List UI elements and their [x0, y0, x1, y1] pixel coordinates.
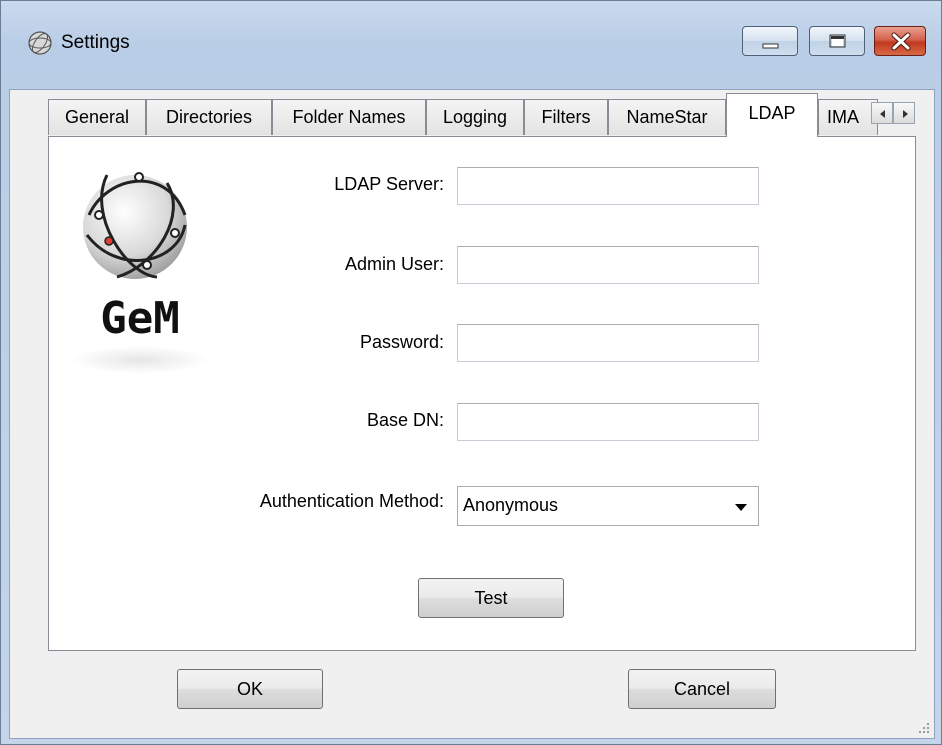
admin-user-input[interactable] — [457, 246, 759, 284]
ldap-server-input[interactable] — [457, 167, 759, 205]
ok-button[interactable]: OK — [177, 669, 323, 709]
password-label: Password: — [359, 332, 444, 352]
close-icon — [891, 32, 911, 51]
minimize-button[interactable] — [742, 26, 798, 56]
base-dn-label: Base DN: — [366, 410, 444, 430]
tab-general[interactable]: General — [48, 99, 146, 135]
ldap-tab-panel: GeM LDAP Server: Admin User: Password: B… — [48, 136, 916, 651]
client-area: General Directories Folder Names Logging… — [9, 89, 935, 739]
tab-filters[interactable]: Filters — [524, 99, 608, 135]
base-dn-input[interactable] — [457, 403, 759, 441]
maximize-button[interactable] — [809, 26, 865, 56]
maximize-icon — [829, 34, 846, 48]
tab-scroll-right-button[interactable] — [893, 102, 915, 124]
tab-logging[interactable]: Logging — [426, 99, 524, 135]
tab-folder-names[interactable]: Folder Names — [272, 99, 426, 135]
auth-method-label: Authentication Method: — [259, 491, 444, 511]
ldap-server-label: LDAP Server: — [334, 174, 444, 194]
chevron-right-icon — [903, 110, 908, 118]
tab-namestar[interactable]: NameStar — [608, 99, 726, 135]
close-button[interactable] — [874, 26, 926, 56]
window-title: Settings — [61, 32, 130, 53]
title-bar[interactable]: Settings — [1, 1, 941, 89]
app-icon — [28, 31, 52, 55]
resize-grip-icon[interactable] — [916, 720, 930, 734]
test-button[interactable]: Test — [418, 578, 564, 618]
tab-directories[interactable]: Directories — [146, 99, 272, 135]
chevron-left-icon — [880, 110, 885, 118]
labels-column: LDAP Server: Admin User: Password: Base … — [49, 137, 444, 650]
auth-method-value: Anonymous — [463, 495, 559, 515]
chevron-down-icon — [735, 504, 747, 511]
tab-ima[interactable]: IMA — [818, 99, 878, 135]
password-input[interactable] — [457, 324, 759, 362]
settings-window: Settings General Directories Folder Name… — [0, 0, 942, 745]
tab-scroll-left-button[interactable] — [871, 102, 893, 124]
auth-method-select[interactable]: Anonymous — [457, 486, 759, 526]
admin-user-label: Admin User: — [344, 254, 444, 274]
tab-ldap[interactable]: LDAP — [726, 93, 818, 137]
cancel-button[interactable]: Cancel — [628, 669, 776, 709]
minimize-icon — [762, 43, 779, 49]
